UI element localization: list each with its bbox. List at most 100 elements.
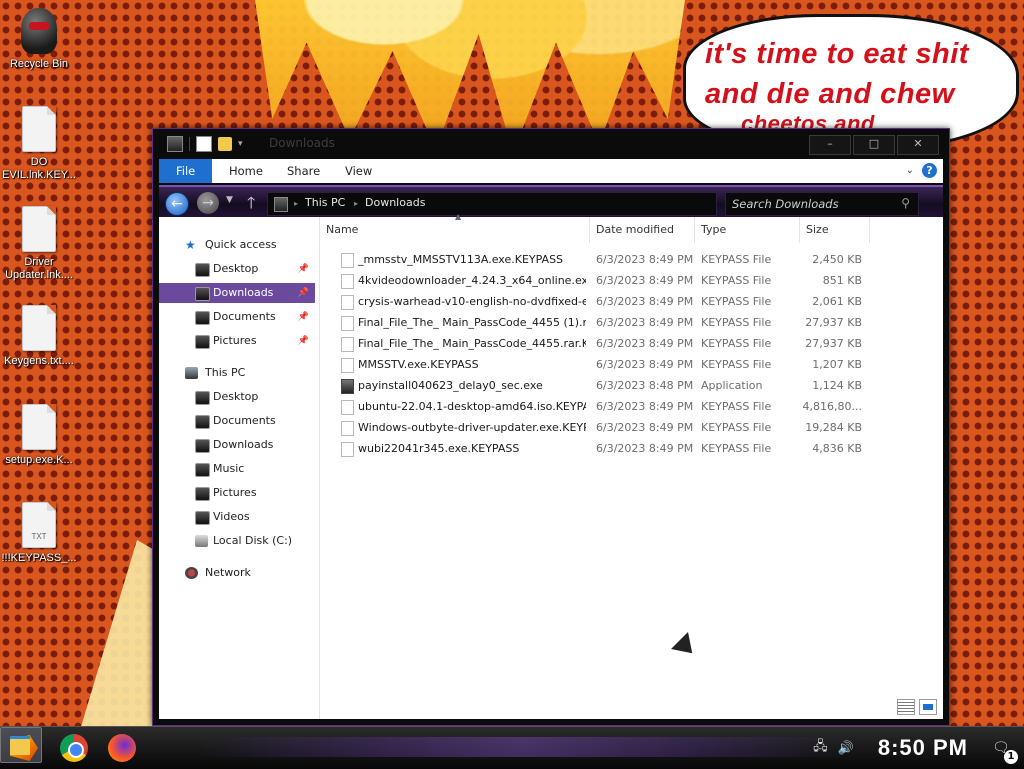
nav-item-network[interactable]: Network: [159, 563, 315, 583]
nav-item-videos[interactable]: Videos: [159, 507, 315, 527]
window-body: ★ Quick access Desktop 📌 Downloads 📌 Doc…: [159, 212, 943, 719]
nav-item-pc-desktop[interactable]: Desktop: [159, 387, 315, 407]
details-view-icon[interactable]: [897, 699, 915, 715]
desktop-icon-keygens[interactable]: Keygens.txt....: [0, 305, 78, 368]
nav-item-pictures[interactable]: Pictures 📌: [159, 331, 315, 351]
nav-item-this-pc[interactable]: This PC: [159, 363, 315, 383]
file-row[interactable]: _mmsstv_MMSSTV113A.exe.KEYPASS 6/3/2023 8…: [320, 249, 880, 270]
expand-ribbon-chevron-icon[interactable]: ⌄: [906, 165, 914, 176]
file-row[interactable]: crysis-warhead-v10-english-no-dvdfixed-e…: [320, 291, 880, 312]
desktop-icon-recycle-bin[interactable]: Recycle Bin: [0, 8, 78, 71]
file-list: ▲ Name Date modified Type Size _mmsstv_M…: [320, 212, 943, 719]
file-row[interactable]: ubuntu-22.04.1-desktop-amd64.iso.KEYPASS…: [320, 396, 880, 417]
help-icon[interactable]: ?: [922, 163, 937, 178]
nav-item-label: Desktop: [213, 262, 259, 275]
nav-item-pc-documents[interactable]: Documents: [159, 411, 315, 431]
notifications-icon[interactable]: 🗨 1: [992, 740, 1018, 764]
desktop-icon-keypass-txt[interactable]: TXT !!!KEYPASS_...: [0, 502, 78, 565]
column-header-size[interactable]: Size: [800, 217, 870, 243]
nav-item-label: Pictures: [213, 486, 257, 499]
navigation-pane: ★ Quick access Desktop 📌 Downloads 📌 Doc…: [159, 217, 320, 719]
breadcrumb-label: Downloads: [365, 196, 426, 209]
breadcrumb-this-pc[interactable]: ▸ This PC: [294, 196, 345, 209]
nav-item-desktop[interactable]: Desktop 📌: [159, 259, 315, 279]
recent-locations-chevron-icon[interactable]: ▼: [226, 195, 233, 205]
maximize-button[interactable]: □: [853, 135, 895, 155]
desktop-icon-setup[interactable]: setup.exe.K...: [0, 404, 78, 467]
network-icon: [185, 567, 198, 579]
network-icon[interactable]: 🖧: [813, 737, 828, 759]
file-row[interactable]: Windows-outbyte-driver-updater.exe.KEYPA…: [320, 417, 880, 438]
column-header-date[interactable]: Date modified: [590, 217, 695, 243]
tab-file[interactable]: File: [159, 159, 213, 183]
file-icon: [341, 442, 354, 457]
address-bar[interactable]: ▸ This PC ▸ Downloads: [267, 192, 717, 216]
close-button[interactable]: ✕: [897, 135, 939, 155]
nav-item-label: Documents: [213, 414, 276, 427]
large-icons-view-icon[interactable]: [919, 699, 937, 715]
back-button[interactable]: ←: [165, 192, 189, 216]
minimize-button[interactable]: –: [809, 135, 851, 155]
pin-icon[interactable]: 📌: [298, 307, 309, 327]
customize-toolbar-chevron-icon[interactable]: ▾: [238, 139, 243, 149]
this-pc-icon: [274, 197, 288, 212]
file-size: 1,207 KB: [812, 358, 862, 371]
nav-item-local-disk[interactable]: Local Disk (C:): [159, 531, 315, 551]
pin-icon[interactable]: 📌: [298, 259, 309, 279]
nav-item-downloads[interactable]: Downloads 📌: [159, 283, 315, 303]
nav-item-music[interactable]: Music: [159, 459, 315, 479]
pin-icon[interactable]: 📌: [298, 331, 309, 351]
desktop-icon-do-evil[interactable]: DO EVIL.lnk.KEY...: [0, 106, 78, 182]
title-bar[interactable]: ▾ Downloads – □ ✕: [153, 129, 949, 159]
file-type: KEYPASS File: [701, 400, 772, 413]
file-date: 6/3/2023 8:49 PM: [596, 400, 694, 413]
file-row[interactable]: wubi22041r345.exe.KEYPASS 6/3/2023 8:49 P…: [320, 438, 880, 459]
nav-item-documents[interactable]: Documents 📌: [159, 307, 315, 327]
search-icon[interactable]: ⚲: [901, 196, 910, 210]
file-icon: [341, 253, 354, 268]
app-icon[interactable]: [167, 136, 183, 152]
desktop-icon-label: Driver Updater.lnk....: [5, 256, 73, 281]
search-input[interactable]: Search Downloads: [732, 197, 839, 211]
nav-item-quick-access[interactable]: ★ Quick access: [159, 235, 315, 255]
clock[interactable]: 8:50 PM: [878, 735, 968, 761]
desktop-icon: [195, 263, 210, 277]
file-size: 851 KB: [822, 274, 862, 287]
file-row[interactable]: 4kvideodownloader_4.24.3_x64_online.exe.…: [320, 270, 880, 291]
computer-icon: [185, 367, 198, 379]
tab-share[interactable]: Share: [273, 159, 334, 183]
search-box[interactable]: Search Downloads ⚲: [725, 192, 919, 216]
nav-item-label: Pictures: [213, 334, 257, 347]
volume-icon[interactable]: 🔊: [838, 741, 854, 756]
forward-button[interactable]: →: [197, 192, 219, 214]
pin-icon[interactable]: 📌: [298, 283, 309, 303]
file-size: 2,061 KB: [812, 295, 862, 308]
desktop-icon-label: !!!KEYPASS_...: [1, 552, 77, 564]
nav-item-pc-downloads[interactable]: Downloads: [159, 435, 315, 455]
firefox-icon[interactable]: [108, 734, 136, 762]
column-header-name[interactable]: Name: [320, 217, 590, 243]
downloads-icon: [195, 287, 210, 301]
file-row[interactable]: Final_File_The_ Main_PassCode_4455.rar.K…: [320, 333, 880, 354]
tab-view[interactable]: View: [331, 159, 386, 183]
column-header-type[interactable]: Type: [695, 217, 800, 243]
file-date: 6/3/2023 8:49 PM: [596, 253, 694, 266]
file-row[interactable]: Final_File_The_ Main_PassCode_4455 (1).r…: [320, 312, 880, 333]
breadcrumb-downloads[interactable]: ▸ Downloads: [354, 196, 425, 209]
file-type: KEYPASS File: [701, 421, 772, 434]
up-arrow-icon[interactable]: 🡑: [247, 192, 255, 219]
file-date: 6/3/2023 8:49 PM: [596, 358, 694, 371]
properties-icon[interactable]: [196, 136, 212, 152]
file-type: KEYPASS File: [701, 274, 772, 287]
desktop-icon-driver-updater[interactable]: Driver Updater.lnk....: [0, 206, 78, 282]
file-row[interactable]: MMSSTV.exe.KEYPASS 6/3/2023 8:49 PM KEYPAS…: [320, 354, 880, 375]
file-name: Final_File_The_ Main_PassCode_4455 (1).r…: [358, 316, 586, 329]
tab-home[interactable]: Home: [215, 159, 277, 183]
file-name: ubuntu-22.04.1-desktop-amd64.iso.KEYPASS: [358, 400, 586, 413]
chrome-icon[interactable]: [60, 734, 88, 762]
new-folder-icon[interactable]: [218, 137, 232, 151]
file-row[interactable]: payinstall040623_delay0_sec.exe 6/3/2023 …: [320, 375, 880, 396]
nav-item-pc-pictures[interactable]: Pictures: [159, 483, 315, 503]
star-icon: ★: [185, 238, 196, 252]
window-title: Downloads: [269, 136, 335, 150]
